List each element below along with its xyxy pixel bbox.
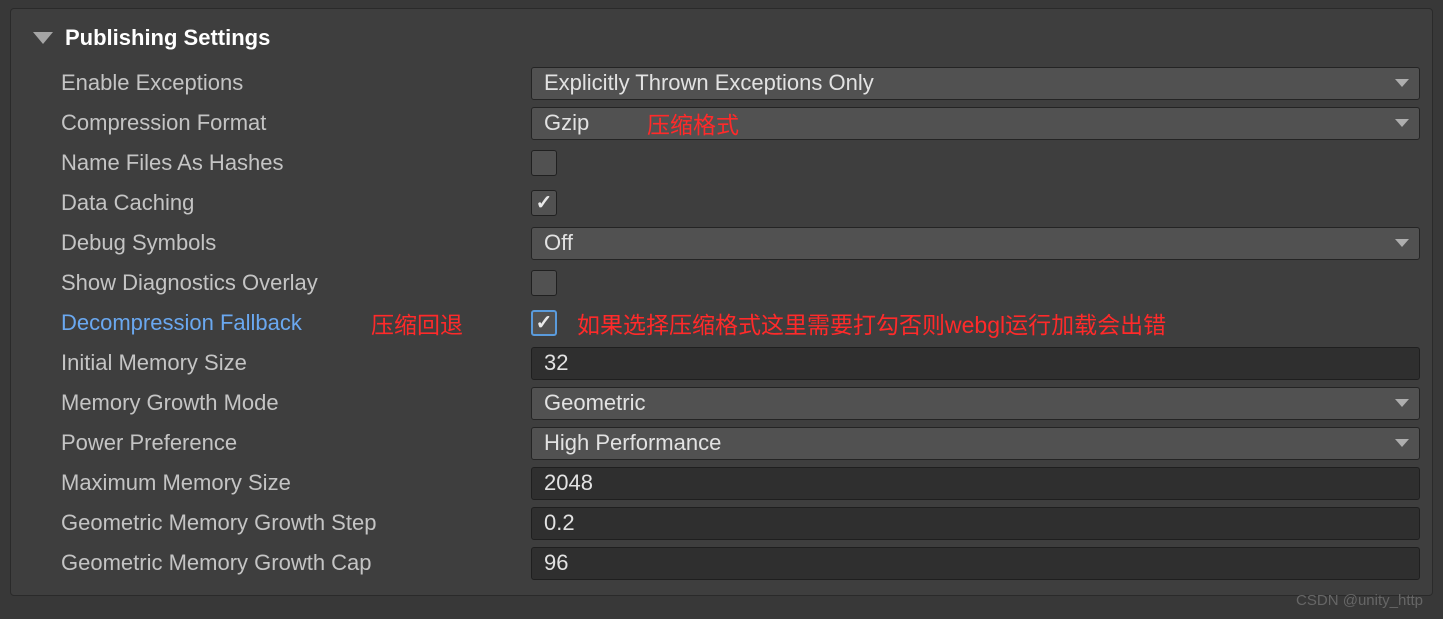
row-data-caching: Data Caching ✓ <box>11 183 1432 223</box>
publishing-settings-panel: Publishing Settings Enable Exceptions Ex… <box>10 8 1433 596</box>
checkmark-icon: ✓ <box>536 193 553 213</box>
row-maximum-memory-size: Maximum Memory Size 2048 <box>11 463 1432 503</box>
dropdown-value: Geometric <box>544 390 645 416</box>
input-geometric-memory-growth-step[interactable]: 0.2 <box>531 507 1420 540</box>
dropdown-memory-growth-mode[interactable]: Geometric <box>531 387 1420 420</box>
row-compression-format: Compression Format Gzip 压缩格式 <box>11 103 1432 143</box>
section-title: Publishing Settings <box>65 25 270 51</box>
label-geometric-memory-growth-cap: Geometric Memory Growth Cap <box>61 550 531 576</box>
chevron-down-icon <box>1395 399 1409 407</box>
row-geometric-memory-growth-step: Geometric Memory Growth Step 0.2 <box>11 503 1432 543</box>
input-initial-memory-size[interactable]: 32 <box>531 347 1420 380</box>
chevron-down-icon <box>1395 79 1409 87</box>
label-memory-growth-mode: Memory Growth Mode <box>61 390 531 416</box>
row-geometric-memory-growth-cap: Geometric Memory Growth Cap 96 <box>11 543 1432 583</box>
row-initial-memory-size: Initial Memory Size 32 <box>11 343 1432 383</box>
row-power-preference: Power Preference High Performance <box>11 423 1432 463</box>
annotation-fallback-label: 压缩回退 <box>371 306 463 340</box>
label-geometric-memory-growth-step: Geometric Memory Growth Step <box>61 510 531 536</box>
input-value: 0.2 <box>544 510 575 536</box>
chevron-down-icon <box>1395 239 1409 247</box>
input-value: 32 <box>544 350 568 376</box>
label-maximum-memory-size: Maximum Memory Size <box>61 470 531 496</box>
row-memory-growth-mode: Memory Growth Mode Geometric <box>11 383 1432 423</box>
watermark: CSDN @unity_http <box>1296 592 1423 609</box>
dropdown-enable-exceptions[interactable]: Explicitly Thrown Exceptions Only <box>531 67 1420 100</box>
row-name-files-as-hashes: Name Files As Hashes <box>11 143 1432 183</box>
input-value: 96 <box>544 550 568 576</box>
checkmark-icon: ✓ <box>536 313 553 333</box>
label-name-files-as-hashes: Name Files As Hashes <box>61 150 531 176</box>
annotation-fallback-note: 如果选择压缩格式这里需要打勾否则webgl运行加载会出错 <box>577 306 1166 340</box>
label-enable-exceptions: Enable Exceptions <box>61 70 531 96</box>
row-debug-symbols: Debug Symbols Off <box>11 223 1432 263</box>
chevron-down-icon <box>1395 119 1409 127</box>
dropdown-value: Off <box>544 230 573 256</box>
input-value: 2048 <box>544 470 593 496</box>
checkbox-show-diagnostics-overlay[interactable] <box>531 270 557 296</box>
checkbox-decompression-fallback[interactable]: ✓ <box>531 310 557 336</box>
foldout-icon <box>33 32 53 44</box>
row-decompression-fallback: Decompression Fallback 压缩回退 ✓ 如果选择压缩格式这里… <box>11 303 1432 343</box>
label-debug-symbols: Debug Symbols <box>61 230 531 256</box>
checkbox-data-caching[interactable]: ✓ <box>531 190 557 216</box>
row-enable-exceptions: Enable Exceptions Explicitly Thrown Exce… <box>11 63 1432 103</box>
checkbox-name-files-as-hashes[interactable] <box>531 150 557 176</box>
label-power-preference: Power Preference <box>61 430 531 456</box>
dropdown-power-preference[interactable]: High Performance <box>531 427 1420 460</box>
chevron-down-icon <box>1395 439 1409 447</box>
dropdown-debug-symbols[interactable]: Off <box>531 227 1420 260</box>
dropdown-value: High Performance <box>544 430 721 456</box>
annotation-compression-format: 压缩格式 <box>647 106 739 140</box>
input-maximum-memory-size[interactable]: 2048 <box>531 467 1420 500</box>
label-show-diagnostics-overlay: Show Diagnostics Overlay <box>61 270 531 296</box>
input-geometric-memory-growth-cap[interactable]: 96 <box>531 547 1420 580</box>
dropdown-value: Explicitly Thrown Exceptions Only <box>544 70 874 96</box>
row-show-diagnostics-overlay: Show Diagnostics Overlay <box>11 263 1432 303</box>
dropdown-value: Gzip <box>544 110 589 136</box>
label-compression-format: Compression Format <box>61 110 531 136</box>
label-initial-memory-size: Initial Memory Size <box>61 350 531 376</box>
label-data-caching: Data Caching <box>61 190 531 216</box>
section-header[interactable]: Publishing Settings <box>11 19 1432 63</box>
